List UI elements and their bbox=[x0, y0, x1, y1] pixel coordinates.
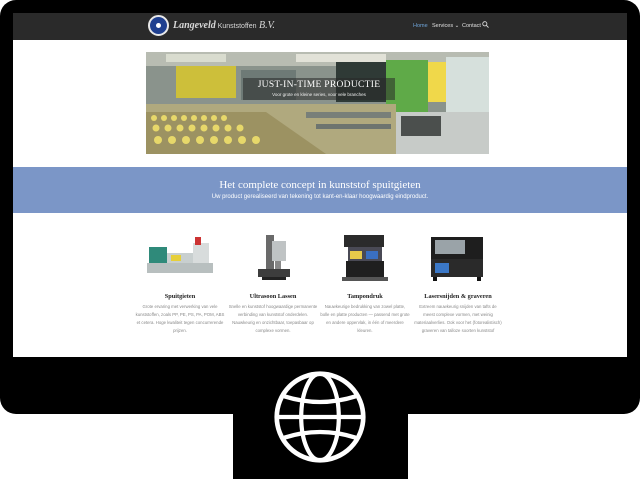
site-header: Langeveld Kunststoffen B.V. Home Service… bbox=[13, 13, 627, 40]
ultrasonic-welder-image bbox=[258, 235, 290, 280]
feature-title: Spuitgieten bbox=[164, 293, 196, 300]
hero-title: JUST-IN-TIME PRODUCTIE bbox=[257, 80, 381, 90]
site-logo[interactable]: Langeveld Kunststoffen B.V. bbox=[173, 20, 275, 31]
feature-title: Tampondruk bbox=[347, 293, 383, 300]
monitor-frame: Langeveld Kunststoffen B.V. Home Service… bbox=[0, 0, 640, 414]
search-icon[interactable] bbox=[482, 21, 489, 28]
feature-title: Ultrasoon Lassen bbox=[249, 293, 297, 300]
nav-contact[interactable]: Contact bbox=[462, 23, 481, 29]
logo-name-plain: Kunststoffen bbox=[215, 23, 257, 30]
hero-caption: JUST-IN-TIME PRODUCTIE Voor grote en kle… bbox=[243, 78, 395, 100]
chevron-down-icon: ⌄ bbox=[453, 23, 460, 29]
globe-icon bbox=[274, 371, 366, 463]
intro-band: Het complete concept in kunststof spuitg… bbox=[13, 167, 627, 213]
band-subtitle: Uw product gerealiseerd van tekening tot… bbox=[211, 194, 429, 200]
website-screen: Langeveld Kunststoffen B.V. Home Service… bbox=[13, 13, 627, 357]
feature-description: Grote ervaring met verwerking van vele k… bbox=[135, 304, 225, 333]
nav-services-label: Services bbox=[432, 23, 454, 29]
feature-description: Extreem nauwkeurig snijden van tafts de … bbox=[414, 304, 502, 333]
injection-machine-image bbox=[147, 237, 213, 273]
logo-name-styled: Langeveld bbox=[173, 20, 216, 31]
nav-home[interactable]: Home bbox=[413, 23, 428, 29]
band-title: Het complete concept in kunststof spuitg… bbox=[219, 179, 421, 191]
factory-photo bbox=[146, 52, 489, 154]
hero-slider[interactable]: JUST-IN-TIME PRODUCTIE Voor grote en kle… bbox=[146, 52, 489, 154]
feature-description: Snelle en kunststof hoogwaardige permane… bbox=[228, 304, 318, 333]
nav-services[interactable]: Services ⌄ bbox=[432, 23, 459, 29]
hero-subtitle: Voor grote en kleine series, voor vele b… bbox=[272, 92, 366, 97]
logo-emblem-icon[interactable] bbox=[148, 15, 169, 36]
logo-suffix: B.V. bbox=[256, 20, 275, 31]
feature-title: Lasersnijden & graveren bbox=[424, 293, 492, 300]
laser-cutter-image bbox=[431, 237, 483, 281]
pad-printer-image bbox=[342, 235, 388, 281]
feature-description: Nauwkeurige bedrukking van zowel platte,… bbox=[320, 304, 410, 333]
